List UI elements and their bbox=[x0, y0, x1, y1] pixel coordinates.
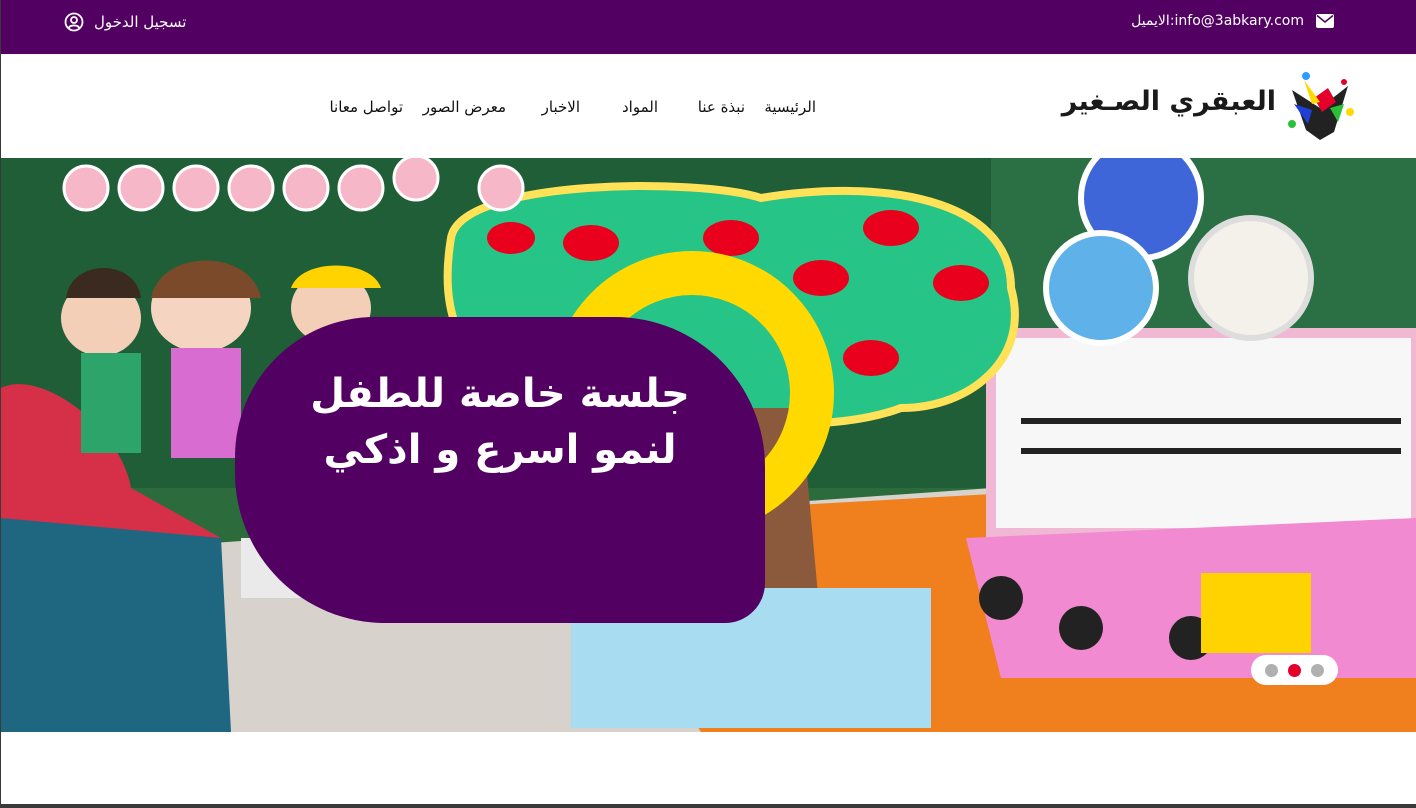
contact-email: الايميل:info@3abkary.com bbox=[1131, 11, 1334, 31]
main-header: الرئيسية نبذة عنا المواد الاخبار معرض ال… bbox=[1, 54, 1416, 158]
hero-title-line2: لنمو اسرع و اذكي bbox=[323, 427, 677, 473]
slider-dot-2[interactable] bbox=[1288, 663, 1301, 677]
logo-text: العبقري الصـغير bbox=[1061, 86, 1276, 117]
email-text: الايميل:info@3abkary.com bbox=[1131, 13, 1304, 29]
logo-mark-icon bbox=[1288, 72, 1354, 140]
user-circle-icon bbox=[64, 12, 84, 32]
top-bar: تسجيل الدخول الايميل:info@3abkary.com bbox=[1, 0, 1416, 54]
hero-slider: جلسة خاصة للطفل لنمو اسرع و اذكي bbox=[1, 158, 1416, 732]
nav-subjects[interactable]: المواد bbox=[622, 96, 658, 118]
nav-news[interactable]: الاخبار bbox=[542, 96, 580, 118]
login-link[interactable]: تسجيل الدخول bbox=[64, 12, 186, 32]
page: تسجيل الدخول الايميل:info@3abkary.com ال… bbox=[1, 0, 1416, 804]
nav-about[interactable]: نبذة عنا bbox=[698, 96, 745, 118]
envelope-icon bbox=[1316, 14, 1334, 28]
hero-title-line1: جلسة خاصة للطفل bbox=[310, 371, 690, 417]
slider-dot-3[interactable] bbox=[1311, 663, 1324, 677]
nav-gallery[interactable]: معرض الصور bbox=[423, 96, 506, 118]
slider-dots bbox=[1251, 655, 1338, 685]
hero-title: جلسة خاصة للطفل لنمو اسرع و اذكي bbox=[235, 366, 765, 478]
slider-dot-1[interactable] bbox=[1265, 663, 1278, 677]
nav-home[interactable]: الرئيسية bbox=[764, 96, 816, 118]
nav-contact[interactable]: تواصل معانا bbox=[329, 96, 403, 118]
site-logo[interactable]: العبقري الصـغير bbox=[1062, 68, 1356, 144]
login-label: تسجيل الدخول bbox=[94, 13, 187, 31]
